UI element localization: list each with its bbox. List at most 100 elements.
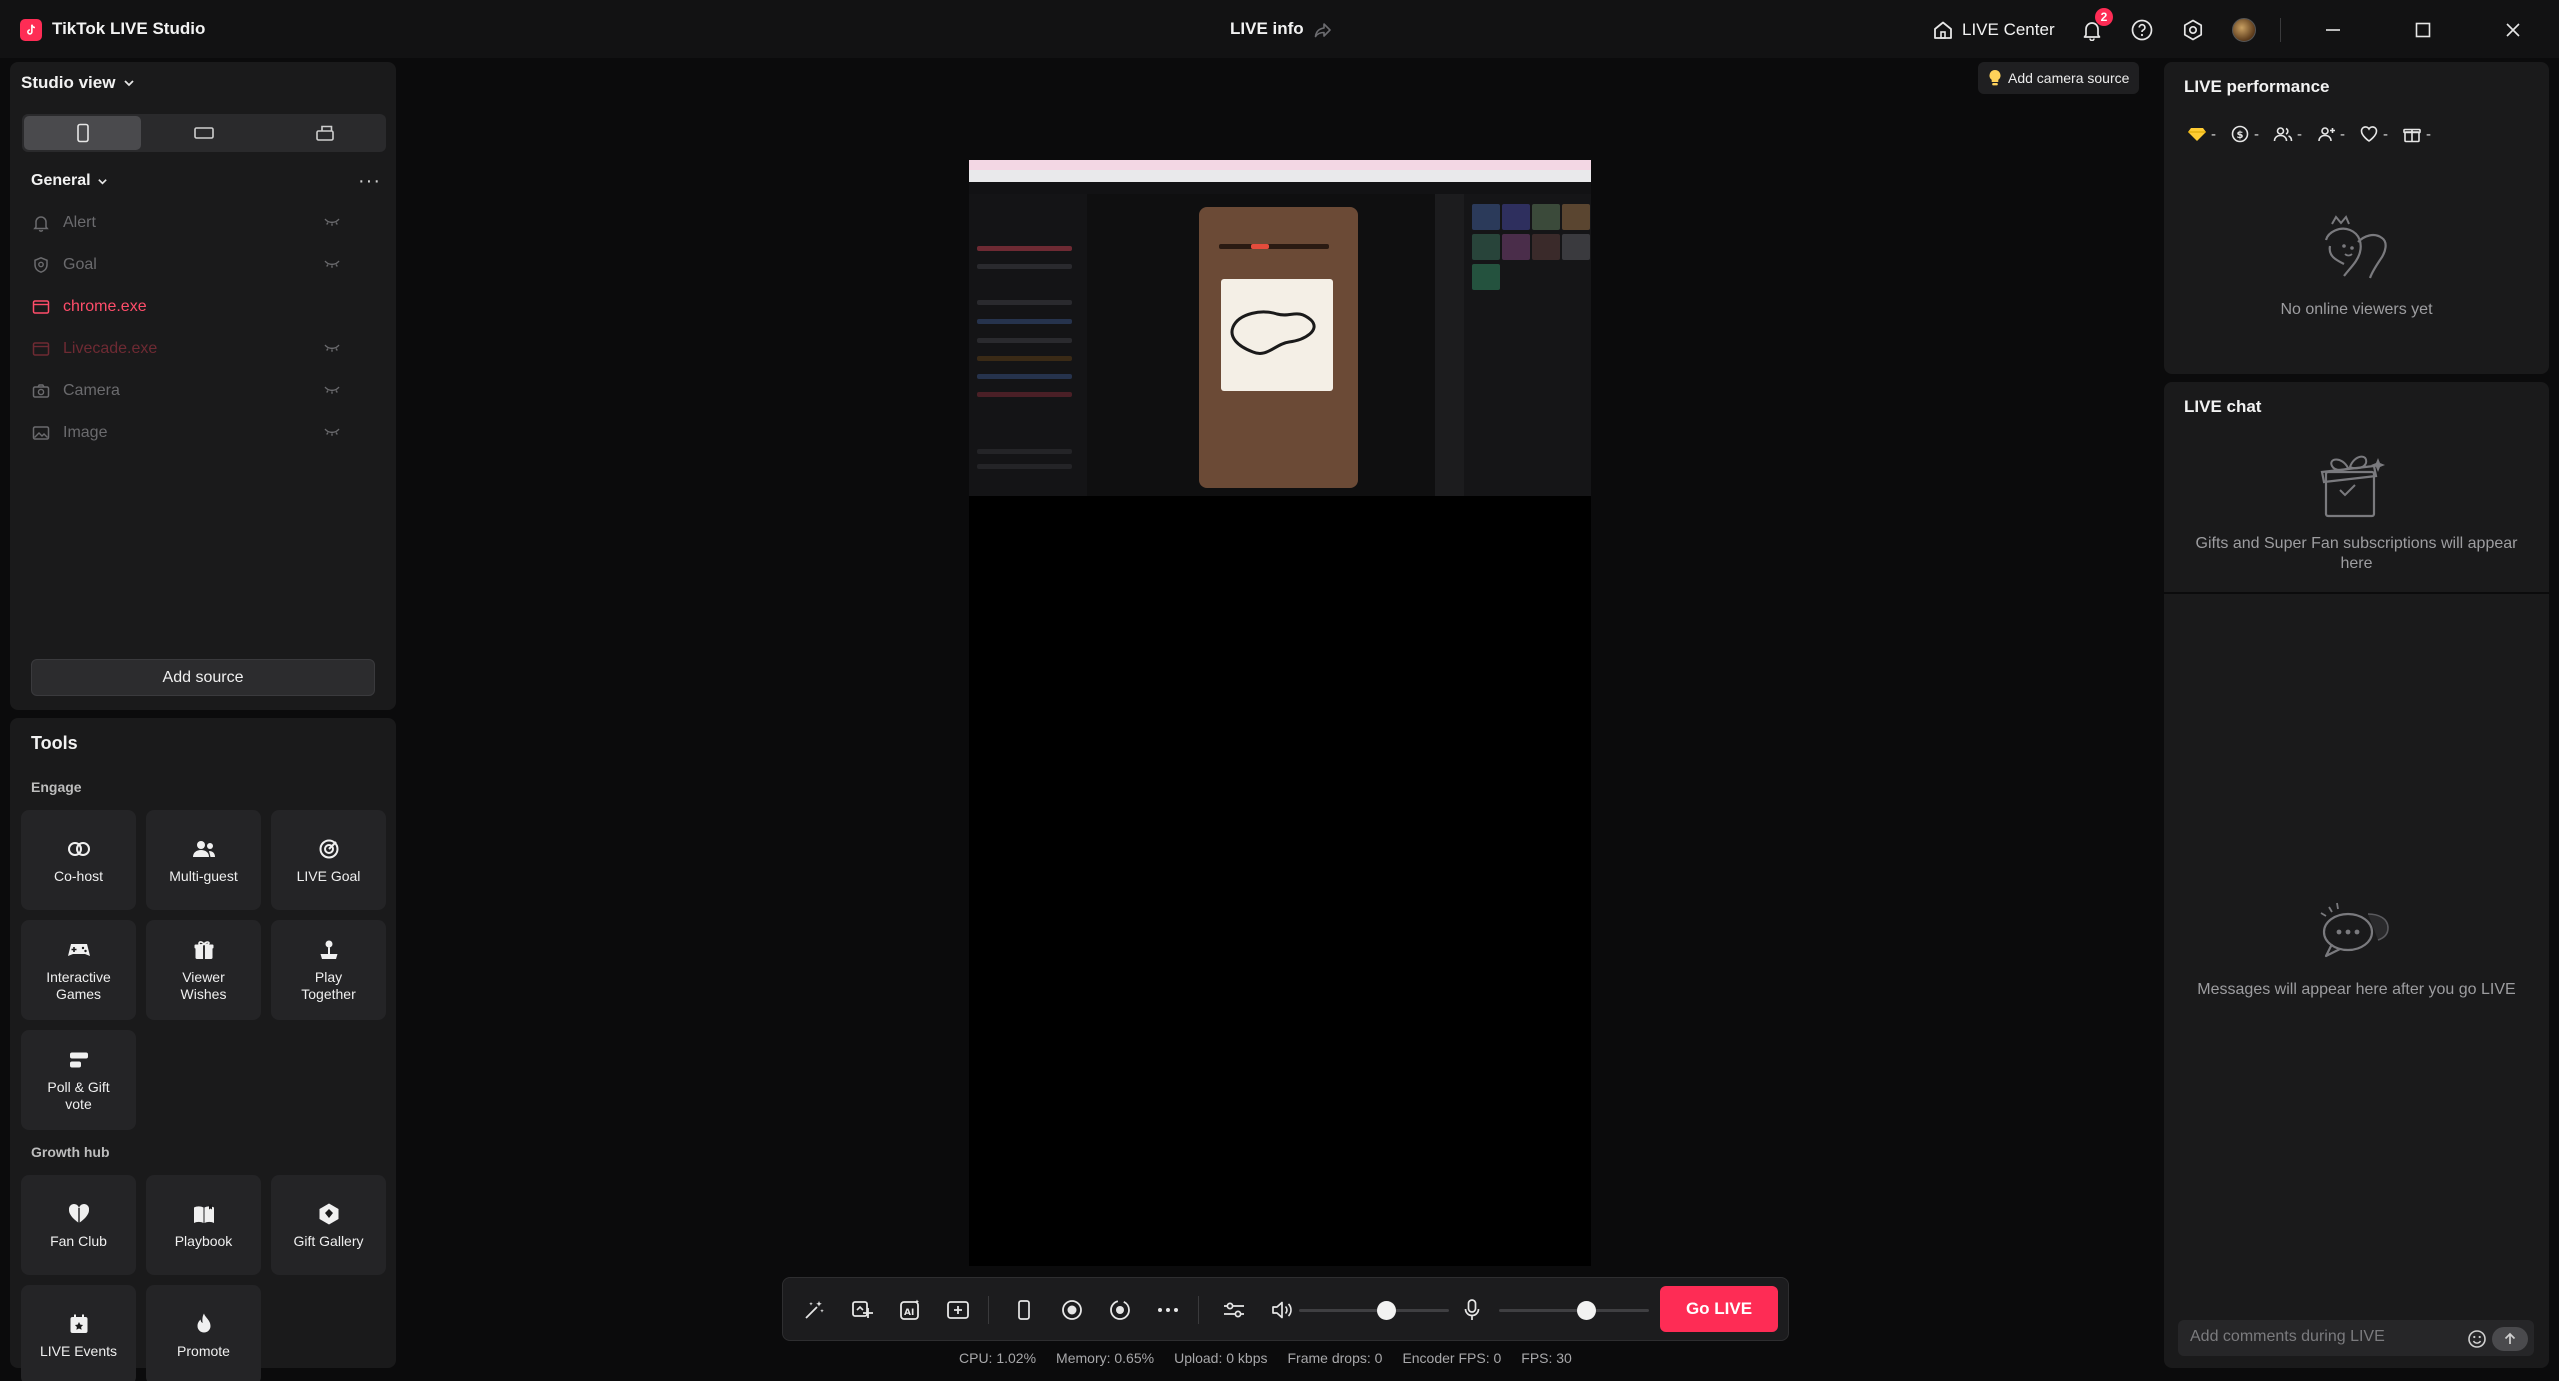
tool-playbook[interactable]: Playbook bbox=[146, 1175, 261, 1275]
new-follower-icon bbox=[2318, 127, 2335, 142]
source-item-alert[interactable]: Alert bbox=[31, 210, 351, 236]
gift-box-icon bbox=[2403, 128, 2421, 143]
coin-icon: $ bbox=[2231, 125, 2249, 143]
hidden-eye-icon[interactable] bbox=[323, 383, 341, 401]
source-item-chrome[interactable]: chrome.exe bbox=[31, 294, 351, 320]
captured-app-header bbox=[969, 182, 1591, 194]
sticker-icon[interactable] bbox=[849, 1297, 875, 1323]
go-live-button[interactable]: Go LIVE bbox=[1660, 1286, 1778, 1332]
tool-multiguest[interactable]: Multi-guest bbox=[146, 810, 261, 910]
tool-label: Gift Gallery bbox=[293, 1232, 364, 1249]
tool-label: Viewer Wishes bbox=[180, 969, 227, 1002]
user-avatar[interactable] bbox=[2232, 18, 2256, 42]
hidden-eye-icon[interactable] bbox=[323, 341, 341, 359]
gifts-metric[interactable]: - bbox=[2402, 124, 2431, 144]
effects-wand-icon[interactable] bbox=[801, 1297, 827, 1323]
microphone-icon[interactable] bbox=[1459, 1297, 1485, 1323]
hidden-eye-icon[interactable] bbox=[323, 425, 341, 443]
add-media-icon[interactable] bbox=[945, 1297, 971, 1323]
microphone-volume-knob[interactable] bbox=[1577, 1301, 1596, 1320]
viewers-icon bbox=[2273, 127, 2293, 142]
viewers-metric[interactable]: - bbox=[2273, 124, 2302, 144]
tool-viewer-wishes[interactable]: Viewer Wishes bbox=[146, 920, 261, 1020]
no-viewers-text: No online viewers yet bbox=[2280, 301, 2433, 318]
gamepad-icon bbox=[66, 937, 92, 963]
live-center-button[interactable]: LIVE Center bbox=[1932, 17, 2055, 43]
dual-layout-button[interactable] bbox=[267, 116, 384, 150]
landscape-icon bbox=[194, 127, 214, 139]
share-icon[interactable] bbox=[1312, 19, 1334, 41]
landscape-layout-button[interactable] bbox=[145, 116, 262, 150]
maximize-icon[interactable] bbox=[2410, 17, 2436, 43]
performance-metrics: - $ - - - - - bbox=[2187, 124, 2431, 144]
multiguest-icon bbox=[191, 836, 217, 862]
more-options-icon[interactable]: ··· bbox=[358, 171, 381, 191]
source-item-goal[interactable]: Goal bbox=[31, 252, 351, 278]
cohost-icon bbox=[66, 836, 92, 862]
goal-icon bbox=[316, 836, 342, 862]
ai-icon[interactable]: AI bbox=[897, 1297, 923, 1323]
tool-interactive-games[interactable]: Interactive Games bbox=[21, 920, 136, 1020]
minimize-icon[interactable] bbox=[2320, 17, 2346, 43]
metric-value: - bbox=[2383, 125, 2388, 143]
like-icon bbox=[2360, 126, 2378, 142]
source-item-camera[interactable]: Camera bbox=[31, 378, 351, 404]
settings-gear-icon[interactable] bbox=[2180, 17, 2206, 43]
live-info-title[interactable]: LIVE info bbox=[1230, 19, 1304, 39]
hidden-eye-icon[interactable] bbox=[323, 257, 341, 275]
diamond-icon bbox=[2188, 128, 2206, 141]
stream-stats: CPU: 1.02% Memory: 0.65% Upload: 0 kbps … bbox=[959, 1350, 1572, 1366]
more-controls-icon[interactable] bbox=[1155, 1297, 1181, 1323]
metric-value: - bbox=[2297, 125, 2302, 143]
chat-input-placeholder: Add comments during LIVE bbox=[2190, 1328, 2385, 1345]
studio-view-dropdown[interactable]: Studio view bbox=[21, 73, 135, 93]
captured-browser-tabs bbox=[969, 160, 1591, 170]
tool-live-events[interactable]: LIVE Events bbox=[21, 1285, 136, 1381]
close-icon[interactable] bbox=[2500, 17, 2526, 43]
heart-icon bbox=[66, 1201, 92, 1227]
coins-metric[interactable]: $ - bbox=[2230, 124, 2259, 144]
send-arrow-icon[interactable] bbox=[2492, 1327, 2528, 1351]
source-label: Goal bbox=[63, 256, 97, 273]
live-center-label: LIVE Center bbox=[1962, 20, 2055, 39]
tool-play-together[interactable]: Play Together bbox=[271, 920, 386, 1020]
control-divider bbox=[1198, 1296, 1199, 1324]
chevron-down-icon bbox=[124, 80, 135, 87]
phone-portrait-icon bbox=[76, 123, 89, 143]
hidden-eye-icon[interactable] bbox=[323, 215, 341, 233]
add-source-button[interactable]: Add source bbox=[31, 659, 375, 696]
tool-cohost[interactable]: Co-host bbox=[21, 810, 136, 910]
tool-poll-gift-vote[interactable]: Poll & Gift vote bbox=[21, 1030, 136, 1130]
dual-screen-icon bbox=[316, 125, 335, 141]
add-camera-source-hint[interactable]: Add camera source bbox=[1978, 62, 2140, 94]
tool-label: Play Together bbox=[301, 969, 356, 1002]
goal-shield-icon bbox=[31, 255, 51, 275]
tool-gift-gallery[interactable]: Gift Gallery bbox=[271, 1175, 386, 1275]
help-icon[interactable] bbox=[2129, 17, 2155, 43]
captured-window-preview bbox=[969, 160, 1591, 496]
tool-live-goal[interactable]: LIVE Goal bbox=[271, 810, 386, 910]
source-item-livecade[interactable]: Livecade.exe bbox=[31, 336, 351, 362]
tool-promote[interactable]: Promote bbox=[146, 1285, 261, 1381]
replay-icon[interactable] bbox=[1107, 1297, 1133, 1323]
live-chat-panel bbox=[2164, 382, 2549, 1368]
general-scene-dropdown[interactable]: General bbox=[31, 172, 108, 190]
record-icon[interactable] bbox=[1059, 1297, 1085, 1323]
speaker-volume-icon[interactable] bbox=[1269, 1297, 1295, 1323]
speaker-volume-slider[interactable] bbox=[1299, 1301, 1449, 1320]
calendar-icon bbox=[66, 1311, 92, 1337]
image-icon bbox=[31, 423, 51, 443]
portrait-mode-icon[interactable] bbox=[1011, 1297, 1037, 1323]
speaker-volume-knob[interactable] bbox=[1377, 1301, 1396, 1320]
new-followers-metric[interactable]: - bbox=[2316, 124, 2345, 144]
audio-mixer-icon[interactable] bbox=[1221, 1297, 1247, 1323]
likes-metric[interactable]: - bbox=[2359, 124, 2388, 144]
microphone-volume-slider[interactable] bbox=[1499, 1301, 1649, 1320]
emoji-icon[interactable] bbox=[2467, 1329, 2487, 1349]
source-item-image[interactable]: Image bbox=[31, 420, 351, 446]
control-divider bbox=[988, 1296, 989, 1324]
tool-fan-club[interactable]: Fan Club bbox=[21, 1175, 136, 1275]
metric-value: - bbox=[2254, 125, 2259, 143]
diamonds-metric[interactable]: - bbox=[2187, 124, 2216, 144]
portrait-layout-button[interactable] bbox=[24, 116, 142, 150]
